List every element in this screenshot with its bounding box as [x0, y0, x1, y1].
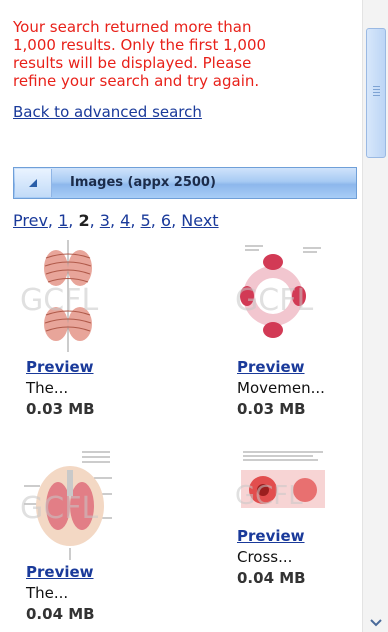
warning-line: Your search returned more than	[13, 18, 252, 36]
preview-link[interactable]: Preview	[26, 563, 94, 581]
pager-page-4[interactable]: 4	[120, 211, 130, 230]
lungs-anatomy-icon: GCFL	[20, 240, 98, 352]
warning-line: results will be displayed. Please	[13, 54, 252, 72]
warning-line: 1,000 results. Only the first 1,000	[13, 36, 267, 54]
watermark: GCFL	[235, 481, 303, 511]
pager-page-5[interactable]: 5	[141, 211, 151, 230]
pager-prev-link[interactable]: Prev	[13, 211, 48, 230]
pager-page-6[interactable]: 6	[161, 211, 171, 230]
grip-icon	[373, 86, 380, 98]
chevron-down-icon[interactable]	[368, 616, 384, 630]
lungs-color-thumbnail[interactable]: GCFL	[18, 448, 118, 560]
pager-separator: ,	[130, 211, 136, 230]
pager-separator: ,	[150, 211, 156, 230]
result-size: 0.03 MB	[26, 400, 95, 418]
pager-separator: ,	[89, 211, 95, 230]
pager-page-1[interactable]: 1	[58, 211, 68, 230]
lungs-color-icon: GCFL	[20, 451, 112, 560]
pagination: Prev, 1, 2, 3, 4, 5, 6, Next	[13, 211, 219, 231]
preview-link[interactable]: Preview	[26, 358, 94, 376]
results-panel: Your search returned more than 1,000 res…	[0, 0, 360, 632]
warning-line: refine your search and try again.	[13, 72, 260, 90]
lungs-anatomy-thumbnail[interactable]: GCFL	[18, 240, 118, 352]
pager-separator: ,	[171, 211, 177, 230]
watermark: GCFL	[20, 491, 98, 526]
triangle-toggle-icon	[29, 179, 37, 187]
result-size: 0.04 MB	[26, 605, 95, 623]
result-title: Movemen...	[237, 379, 325, 397]
preview-link[interactable]: Preview	[237, 527, 305, 545]
pager-page-3[interactable]: 3	[100, 211, 110, 230]
images-section-header[interactable]: Images (appx 2500)	[13, 167, 357, 199]
result-title: The...	[26, 584, 69, 602]
vertical-scrollbar[interactable]	[362, 0, 388, 632]
watermark: GCFL	[20, 283, 98, 318]
circular-diagram-icon: GCFL	[235, 245, 321, 338]
pager-current-page: 2	[78, 211, 90, 230]
results-limit-warning: Your search returned more than 1,000 res…	[13, 18, 343, 90]
section-title: Images (appx 2500)	[70, 175, 216, 190]
pager-separator: ,	[47, 211, 53, 230]
cross-section-thumbnail[interactable]: GCFL	[233, 448, 333, 522]
section-toggle-button[interactable]	[15, 169, 52, 197]
circular-diagram-thumbnail[interactable]: GCFL	[233, 240, 333, 352]
scrollbar-thumb[interactable]	[366, 28, 386, 158]
preview-link[interactable]: Preview	[237, 358, 305, 376]
result-title: Cross...	[237, 548, 293, 566]
cross-section-icon: GCFL	[235, 451, 325, 511]
pager-separator: ,	[109, 211, 116, 230]
pager-separator: ,	[68, 211, 74, 230]
pager-next-link[interactable]: Next	[181, 211, 218, 230]
back-to-advanced-search-link[interactable]: Back to advanced search	[13, 103, 202, 121]
result-size: 0.03 MB	[237, 400, 306, 418]
watermark: GCFL	[235, 283, 313, 318]
result-size: 0.04 MB	[237, 569, 306, 587]
result-title: The...	[26, 379, 69, 397]
